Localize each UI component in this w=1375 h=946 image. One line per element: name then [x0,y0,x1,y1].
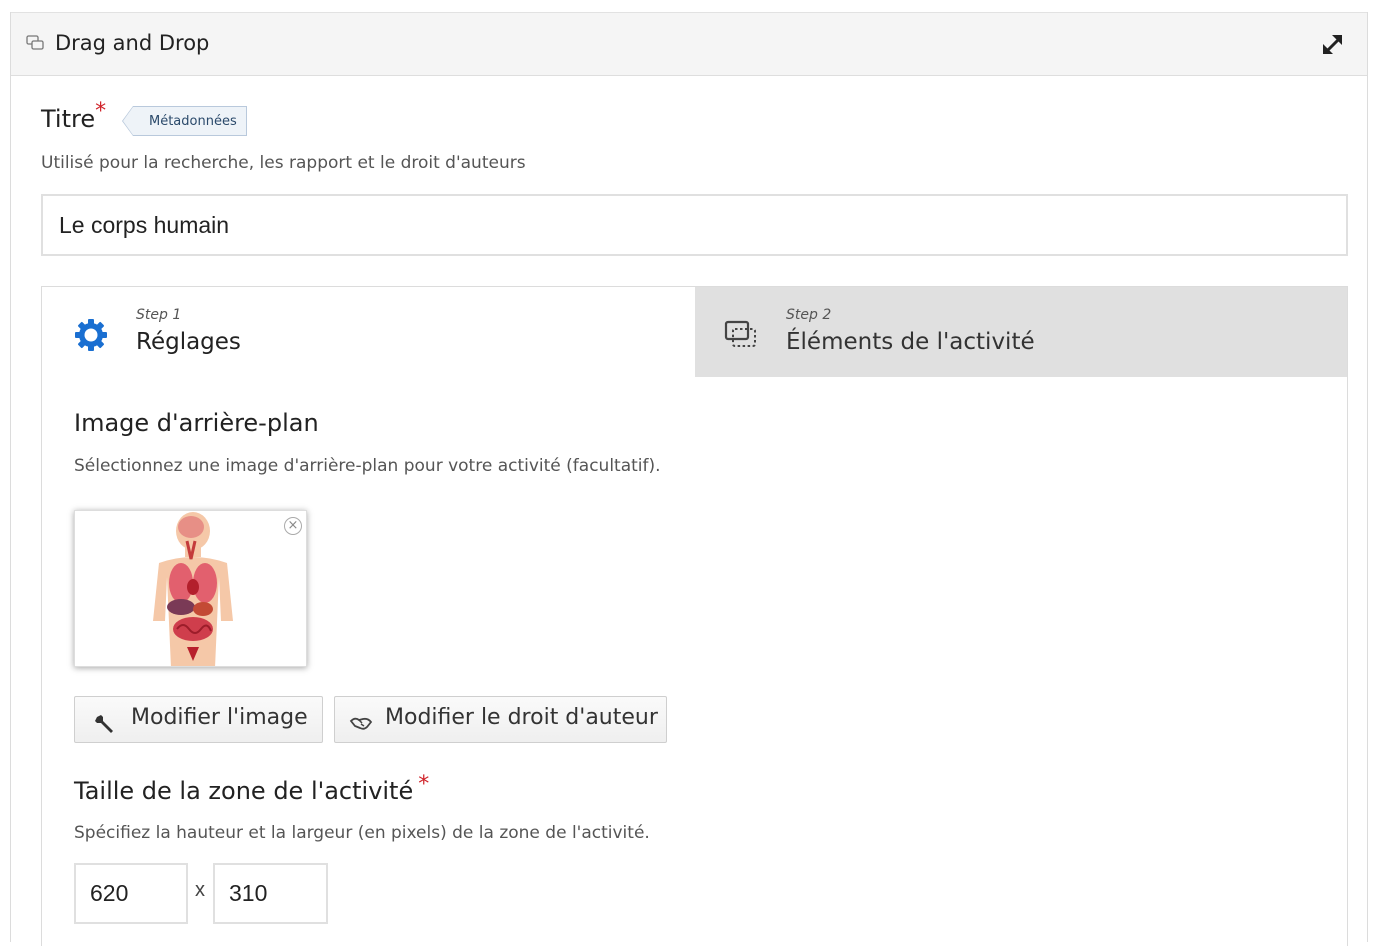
background-image-title: Image d'arrière-plan [74,409,319,437]
title-description: Utilisé pour la recherche, les rapport e… [41,153,526,173]
title-input[interactable] [41,194,1348,256]
editor-frame: Drag and Drop Titre * Métadonnées Utilisé… [10,12,1368,946]
edit-copyright-button[interactable]: Modifier le droit d'auteur [334,696,667,743]
wizard-panel: Step 1 Réglages Step 2 Éléments de l'act… [41,286,1348,946]
expand-arrows-icon[interactable] [1317,29,1349,61]
human-body-illustration [75,511,306,666]
step-name: Réglages [136,329,241,355]
activity-size-title: Taille de la zone de l'activité * [74,772,430,805]
step-number: Step 1 [136,307,182,323]
edit-image-button[interactable]: Modifier l'image [74,696,323,743]
size-separator: x [195,879,205,901]
activity-size-description: Spécifiez la hauteur et la largeur (en p… [74,823,650,843]
required-marker: * [418,772,430,797]
elements-icon [724,320,756,347]
remove-image-button[interactable]: × [284,517,302,535]
chat-bubbles-icon [26,35,44,50]
tab-step-elements[interactable]: Step 2 Éléments de l'activité [695,287,1347,377]
content-type-header: Drag and Drop [11,12,1367,76]
header-title: Drag and Drop [55,31,210,55]
wrench-icon [95,715,113,733]
required-marker: * [95,99,107,124]
height-input[interactable] [213,863,328,924]
width-input[interactable] [74,863,188,924]
title-label: Titre * [41,99,107,133]
step-name: Éléments de l'activité [786,329,1035,355]
metadata-button[interactable]: Métadonnées [122,106,247,136]
edit-image-label: Modifier l'image [131,705,308,730]
edit-copyright-label: Modifier le droit d'auteur [385,705,658,730]
background-image-description: Sélectionnez une image d'arrière-plan po… [74,456,661,476]
gear-icon [75,319,107,351]
step-number: Step 2 [786,307,832,323]
background-image-thumbnail[interactable] [74,510,307,667]
tab-step-settings[interactable]: Step 1 Réglages [42,287,695,377]
handshake-icon [349,717,373,730]
